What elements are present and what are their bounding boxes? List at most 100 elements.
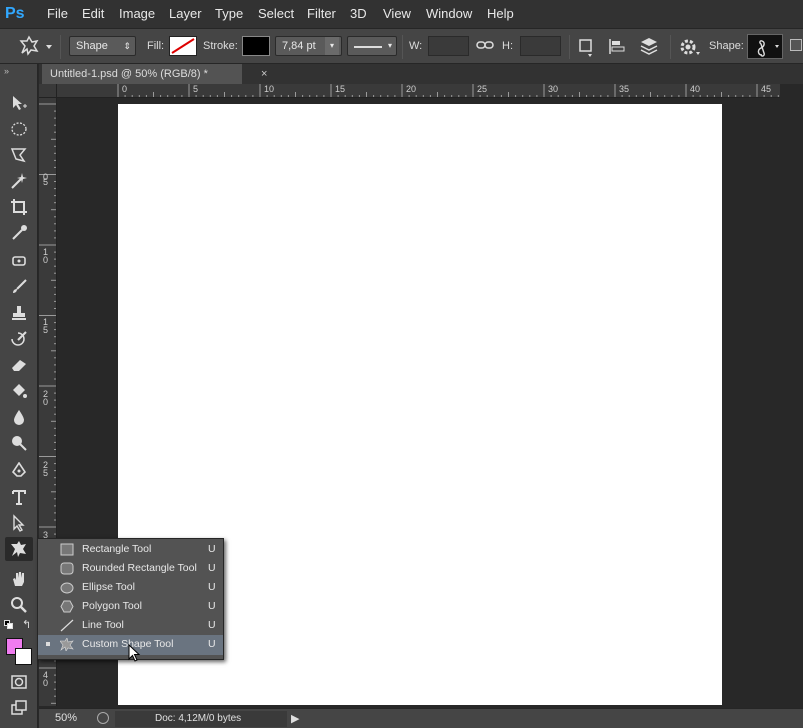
custom-shape-icon [60,638,74,651]
panel-collapse-icon[interactable]: » [4,66,9,76]
menu-view[interactable]: View [383,6,411,21]
fill-label: Fill: [147,40,165,52]
menu-filter[interactable]: Filter [307,6,336,21]
menu-edit[interactable]: Edit [82,6,104,21]
link-icon[interactable] [476,38,494,57]
eyedropper-tool[interactable] [5,221,33,245]
no-fill-icon [171,38,195,54]
pasteboard-right [780,84,803,706]
menu-3d[interactable]: 3D [350,6,367,21]
blur-tool[interactable] [5,405,33,429]
gear-icon[interactable] [679,37,701,62]
bandage-icon [12,256,26,266]
path-operations-icon[interactable] [578,37,594,62]
width-label: W: [409,40,423,52]
path-selection-tool[interactable] [5,511,33,535]
magic-wand-tool[interactable] [5,169,33,193]
rectangle-tool-item[interactable]: Rectangle Tool U [38,540,223,559]
dodge-tool[interactable] [5,431,33,455]
ruler-label: 30 [548,84,559,94]
mouse-cursor-icon [128,644,141,662]
crop-tool[interactable] [5,195,33,219]
stroke-label: Stroke: [203,40,238,52]
polygonal-lasso-icon [10,148,27,163]
document-status-icon [97,712,109,724]
dropdown-arrow-icon: ▾ [325,37,339,55]
dropdown-arrow-icon: ▾ [387,41,392,50]
ruler-label: 35 [619,84,630,94]
default-colors-icon[interactable] [4,620,14,630]
line-tool-item[interactable]: Line Tool U [38,616,223,635]
rectangle-icon [60,543,74,556]
pen-tool[interactable] [5,459,33,483]
history-brush-tool[interactable] [5,327,33,351]
mode-select[interactable]: Shape ⇕ [69,36,136,56]
background-color-swatch[interactable] [15,648,32,665]
shape-picker[interactable] [747,34,783,59]
move-tool[interactable] [5,91,33,115]
line-icon [60,619,74,632]
flyout-item-label: Ellipse Tool [82,581,135,593]
ruler-label: 15 [335,84,346,94]
brush-icon [13,279,27,293]
close-icon[interactable]: × [261,64,267,84]
menu-image[interactable]: Image [119,6,155,21]
menu-select[interactable]: Select [258,6,294,21]
flyout-item-shortcut: U [208,562,216,574]
tool-preset-picker[interactable] [18,35,52,62]
horizontal-ruler[interactable]: 0 5 10 15 20 25 30 35 40 45 [57,84,780,98]
dodge-icon [12,436,27,451]
hand-tool[interactable] [5,567,33,591]
type-t-icon [12,490,26,505]
ellipse-tool-item[interactable]: Ellipse Tool U [38,578,223,597]
menu-window[interactable]: Window [426,6,472,21]
healing-brush-tool[interactable] [5,249,33,273]
custom-shape-icon [19,35,52,56]
paint-bucket-tool[interactable] [5,379,33,403]
ruler-label: 2 0 [43,389,49,407]
clone-stamp-tool[interactable] [5,301,33,325]
eraser-tool[interactable] [5,353,33,377]
rounded-rectangle-tool-item[interactable]: Rounded Rectangle Tool U [38,559,223,578]
eraser-icon [12,360,26,371]
polygon-icon [60,600,74,613]
marquee-tool[interactable] [5,117,33,141]
status-bar: 50% Doc: 4,12M/0 bytes ▶ [39,708,803,728]
path-arrangement-icon[interactable] [638,36,660,61]
ruler-label: 20 [406,84,417,94]
align-edges-checkbox[interactable] [790,39,802,51]
ellipse-icon [60,582,74,594]
fill-swatch[interactable] [169,36,197,56]
height-input[interactable] [520,36,561,56]
crop-icon [11,199,27,215]
photoshop-logo: Ps [5,5,25,22]
brush-tool[interactable] [5,275,33,299]
quick-mask-button[interactable] [5,670,33,694]
ruler-label: 0 [122,84,128,94]
swap-colors-icon[interactable]: ↰ [22,618,31,631]
ruler-origin[interactable] [39,84,57,98]
path-alignment-icon[interactable] [608,37,626,62]
menu-help[interactable]: Help [487,6,514,21]
stroke-swatch[interactable] [242,36,270,56]
document-tab[interactable]: Untitled-1.psd @ 50% (RGB/8) * [42,64,242,84]
stroke-type-select[interactable]: ▾ [347,36,397,56]
lasso-tool[interactable] [5,143,33,167]
menu-file[interactable]: File [47,6,68,21]
magic-wand-icon [11,173,27,189]
polygon-tool-item[interactable]: Polygon Tool U [38,597,223,616]
selected-bullet-icon [46,642,50,646]
width-input[interactable] [428,36,469,56]
play-arrow-icon[interactable]: ▶ [291,712,299,725]
ruler-label: 1 5 [43,317,49,335]
stroke-width-field[interactable]: 7,84 pt ▾ [275,36,342,56]
custom-shape-tool[interactable] [5,537,33,561]
custom-shape-icon [11,541,26,557]
zoom-tool[interactable] [5,593,33,617]
menu-layer[interactable]: Layer [169,6,202,21]
zoom-level[interactable]: 50% [55,712,77,724]
menu-type[interactable]: Type [215,6,243,21]
screen-mode-button[interactable] [5,696,33,720]
screen-mode-icon [11,700,27,715]
type-tool[interactable] [5,485,33,509]
